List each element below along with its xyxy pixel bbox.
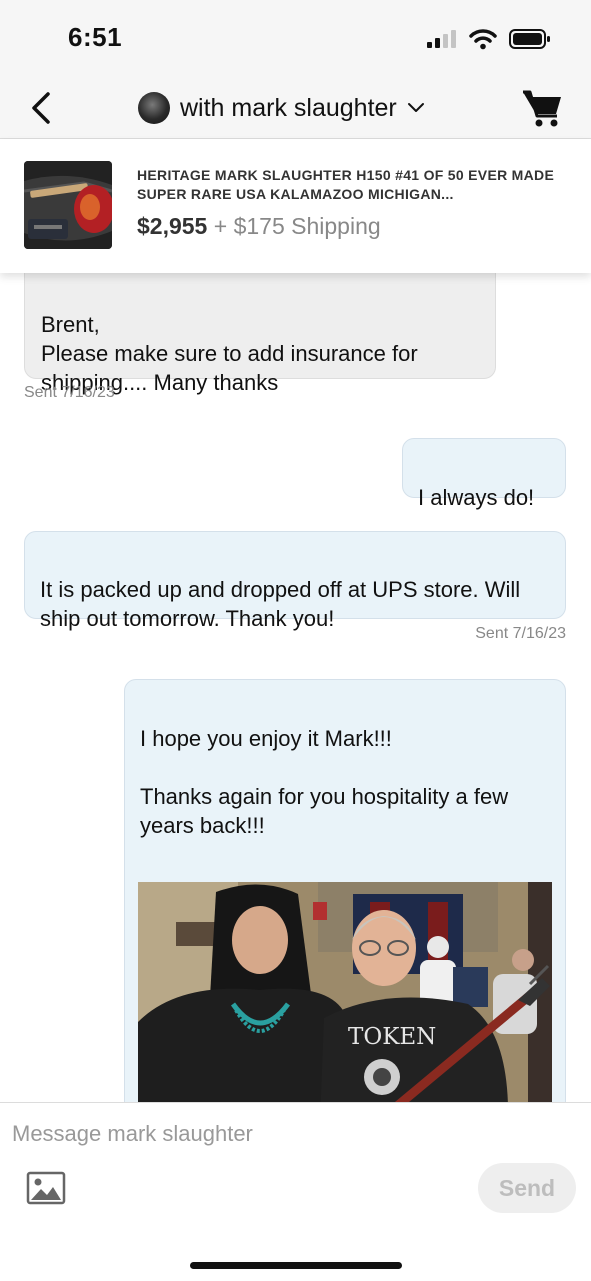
cart-button[interactable]	[521, 86, 563, 130]
sent-timestamp: Sent 7/16/23	[475, 625, 566, 642]
sent-message: I always do!	[402, 438, 566, 510]
listing-title: Heritage MARK SLAUGHTER H150 #41 OF 50 E…	[137, 167, 555, 202]
message-photo[interactable]: TOKEN	[138, 882, 552, 1102]
message-text: Brent, Please make sure to add insurance…	[41, 312, 418, 395]
listing-thumbnail	[24, 161, 112, 249]
home-indicator	[190, 1262, 402, 1269]
sent-timestamp: Sent 7/16/23	[24, 384, 115, 401]
battery-icon	[509, 29, 550, 49]
cart-icon	[523, 90, 561, 127]
message-composer: Send	[0, 1102, 591, 1281]
status-icons	[427, 28, 551, 50]
status-time: 6:51	[68, 22, 123, 52]
received-message: Brent, Please make sure to add insurance…	[24, 273, 496, 395]
conversation-title-dropdown[interactable]: with mark slaughter	[138, 88, 425, 128]
message-text: I hope you enjoy it Mark!!! Thanks again…	[140, 726, 509, 838]
conversation-title: with mark slaughter	[180, 93, 397, 122]
chevron-left-icon	[32, 92, 50, 124]
navigation-bar: with mark slaughter	[0, 78, 591, 139]
message-text: I always do!	[418, 485, 535, 510]
message-thread[interactable]: Brent, Please make sure to add insurance…	[0, 273, 591, 1102]
chevron-down-icon	[407, 103, 424, 112]
back-button[interactable]	[24, 88, 58, 128]
listing-price: $2,955	[137, 213, 208, 239]
image-icon	[26, 1171, 66, 1205]
message-text: It is packed up and dropped off at UPS s…	[40, 577, 521, 631]
avatar	[138, 92, 170, 124]
listing-card[interactable]: Heritage MARK SLAUGHTER H150 #41 OF 50 E…	[0, 139, 591, 273]
received-message: It is packed up and dropped off at UPS s…	[24, 531, 566, 631]
attach-image-button[interactable]	[26, 1171, 66, 1205]
send-button[interactable]: Send	[478, 1163, 576, 1213]
shirt-text: TOKEN	[348, 1024, 436, 1050]
cellular-signal-icon	[427, 30, 456, 48]
wifi-icon	[469, 29, 497, 50]
message-input[interactable]	[12, 1121, 452, 1147]
listing-price-row: $2,955 + $175 Shipping	[137, 213, 381, 240]
status-bar: 6:51	[0, 0, 591, 78]
listing-shipping: + $175 Shipping	[207, 213, 381, 239]
